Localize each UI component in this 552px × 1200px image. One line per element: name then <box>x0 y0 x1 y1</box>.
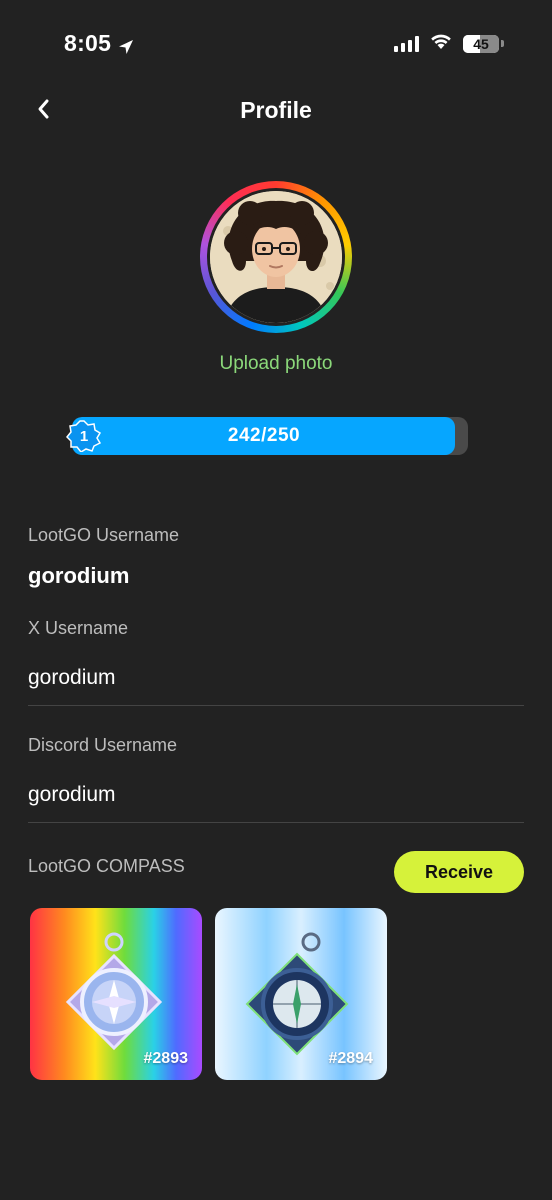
system-icons: 45 <box>394 32 504 55</box>
lootgo-username-value: gorodium <box>28 563 130 588</box>
status-bar: 8:05 45 <box>0 0 552 90</box>
battery-indicator: 45 <box>463 34 499 53</box>
compass-card[interactable]: #2893 <box>30 908 202 1080</box>
discord-username-label: Discord Username <box>28 735 178 755</box>
lootgo-username-label: LootGO Username <box>28 525 180 545</box>
page-title: Profile <box>240 97 312 123</box>
x-username-label: X Username <box>28 618 129 638</box>
compass-section-label: LootGO COMPASS <box>28 856 185 876</box>
divider <box>28 822 524 823</box>
upload-photo-link[interactable]: Upload photo <box>0 353 552 375</box>
cellular-signal-icon <box>394 35 419 52</box>
avatar <box>210 191 342 323</box>
level-number: 1 <box>79 427 89 445</box>
discord-username-field[interactable]: gorodium <box>28 783 116 807</box>
wifi-icon <box>429 32 453 55</box>
compass-number: #2893 <box>143 1050 189 1067</box>
x-username-field[interactable]: gorodium <box>28 666 116 690</box>
avatar-ring[interactable] <box>200 181 352 333</box>
nav-header: Profile <box>0 88 552 134</box>
divider <box>28 705 524 706</box>
receive-button[interactable]: Receive <box>394 851 524 893</box>
xp-progress-bar: 242/250 <box>72 417 468 455</box>
status-time: 8:05 <box>64 30 135 57</box>
xp-progress-text: 242/250 <box>227 425 301 446</box>
compass-number: #2894 <box>328 1050 374 1067</box>
level-badge: 1 <box>66 420 102 452</box>
battery-nub <box>501 40 504 47</box>
battery-level: 45 <box>473 35 489 52</box>
time-text: 8:05 <box>64 30 112 56</box>
compass-card[interactable]: #2894 <box>215 908 387 1080</box>
location-arrow-icon <box>117 35 135 54</box>
